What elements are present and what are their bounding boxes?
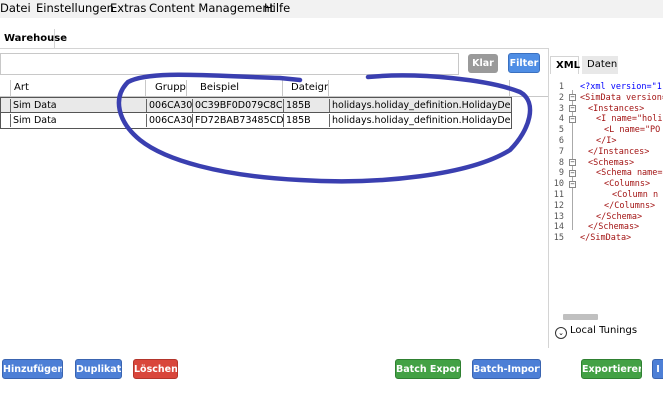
cell-dateigroesse: 185B	[283, 99, 329, 112]
code-line: <SimData version=	[580, 92, 663, 103]
column-header-name[interactable]	[328, 80, 510, 97]
code-line: <Column n	[612, 190, 659, 200]
fold-toggle-icon[interactable]: −	[569, 159, 576, 166]
menu-hilfe[interactable]: Hilfe	[264, 1, 290, 15]
menu-content-management[interactable]: Content Management	[149, 1, 274, 15]
line-number: 8	[558, 157, 564, 168]
line-number: 14	[553, 222, 564, 233]
xml-editor[interactable]: 1 <?xml version="1. 2 − <SimData version…	[552, 80, 663, 250]
menu-einstellungen[interactable]: Einstellungen	[36, 1, 114, 15]
menu-bar: Datei Einstellungen Extras Content Manag…	[0, 0, 663, 18]
duplicate-button[interactable]: Duplikat	[75, 359, 122, 379]
fold-toggle-icon[interactable]: −	[569, 94, 576, 101]
tab-warehouse[interactable]: Warehouse	[0, 29, 67, 48]
code-line: </Instances>	[588, 146, 650, 157]
cell-beispiel: 0C39BF0D079C8CEF	[192, 99, 283, 112]
search-input[interactable]	[0, 53, 459, 75]
line-number: 10	[553, 179, 564, 190]
local-tunings-label: Local Tunings	[570, 325, 638, 336]
code-line: </Schemas>	[588, 222, 640, 233]
cell-beispiel: FD72BAB73485CDFD	[192, 114, 283, 127]
code-line: </I>	[596, 136, 617, 146]
fold-toggle-icon[interactable]: −	[569, 105, 576, 112]
code-line: <Instances>	[588, 103, 645, 114]
code-line: <Columns>	[604, 179, 651, 190]
chevron-down-icon: ⌄	[555, 327, 567, 339]
menu-extras[interactable]: Extras	[110, 1, 146, 15]
table-row[interactable]: Sim Data 006CA304 FD72BAB73485CDFD 185B …	[0, 112, 512, 129]
fold-toggle-icon[interactable]: −	[569, 116, 576, 123]
fold-toggle-icon[interactable]: −	[569, 181, 576, 188]
line-number: 5	[558, 125, 564, 136]
line-number: 11	[553, 190, 564, 200]
code-line: </Schema>	[596, 211, 643, 222]
fold-toggle-icon[interactable]: −	[569, 170, 576, 177]
cell-name: holidays.holiday_definition.HolidayDefin…	[329, 114, 510, 127]
code-line: <I name="holi	[596, 114, 663, 125]
code-line: </SimData>	[580, 233, 632, 244]
batch-export-button[interactable]: Batch Export	[395, 359, 461, 379]
code-line: <?xml version="1.	[580, 82, 663, 92]
column-header-art[interactable]: Art	[10, 80, 145, 97]
tab-daten[interactable]: Daten	[582, 56, 618, 74]
cell-art: Sim Data	[10, 114, 146, 127]
local-tunings-expander[interactable]: ⌄ Local Tunings	[555, 325, 637, 339]
line-number: 12	[553, 200, 564, 211]
column-header-dateigroesse[interactable]: Dateigr	[282, 80, 328, 97]
column-header-beispiel[interactable]: Beispiel	[186, 80, 282, 97]
line-number: 13	[553, 211, 564, 222]
pane-divider[interactable]	[548, 48, 549, 348]
menu-datei[interactable]: Datei	[0, 1, 31, 15]
line-number: 2	[558, 92, 564, 103]
tab-xml[interactable]: XML	[550, 56, 580, 74]
import-button[interactable]: I	[652, 359, 663, 379]
tab-divider	[0, 48, 548, 49]
code-line: <L name="PO	[604, 125, 661, 136]
line-number: 15	[553, 233, 564, 244]
line-number: 7	[558, 146, 564, 157]
cell-art: Sim Data	[10, 99, 146, 112]
filter-button[interactable]: Filter	[508, 53, 540, 73]
cell-dateigroesse: 185B	[283, 114, 329, 127]
line-number: 4	[558, 114, 564, 125]
batch-import-button[interactable]: Batch-Import	[472, 359, 541, 379]
line-number: 6	[558, 136, 564, 146]
delete-button[interactable]: Löschen	[133, 359, 178, 379]
code-line: </Columns>	[604, 200, 656, 211]
line-number: 1	[558, 82, 564, 92]
horizontal-scrollbar[interactable]	[563, 314, 598, 320]
clear-button[interactable]: Klar	[468, 54, 498, 73]
line-number: 3	[558, 103, 564, 114]
column-header-gruppe[interactable]: Gruppe	[145, 80, 186, 97]
cell-gruppe: 006CA304	[146, 99, 192, 112]
cell-gruppe: 006CA304	[146, 114, 192, 127]
export-button[interactable]: Exportieren	[581, 359, 642, 379]
code-line: <Schemas>	[588, 157, 635, 168]
line-number: 9	[558, 168, 564, 179]
code-line: <Schema name=	[596, 168, 663, 179]
cell-name: holidays.holiday_definition.HolidayDefin…	[329, 99, 510, 112]
add-button[interactable]: Hinzufügen	[2, 359, 63, 379]
